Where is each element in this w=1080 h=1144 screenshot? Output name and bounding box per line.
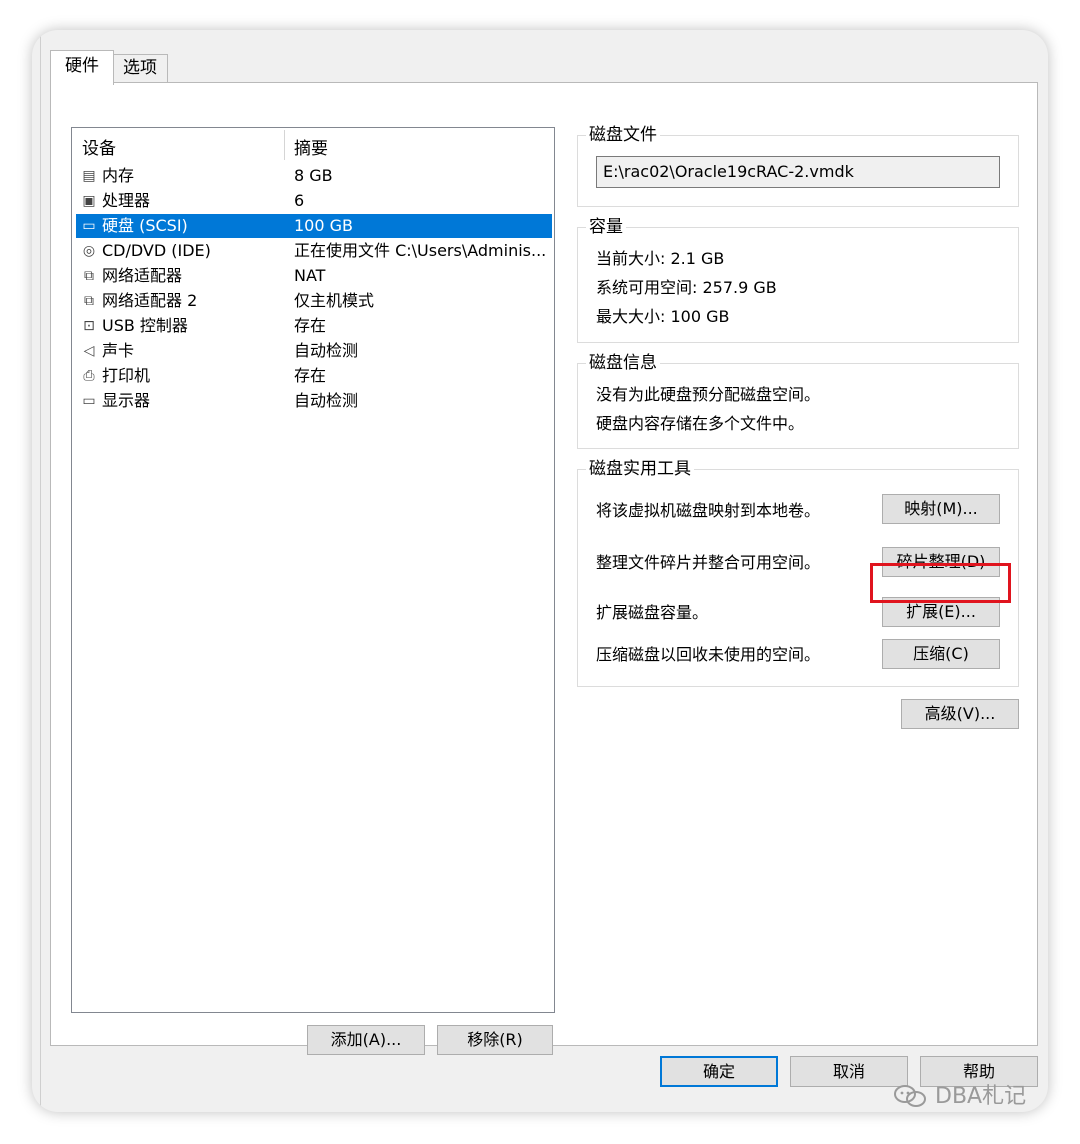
memory-icon: ▤ <box>82 168 96 184</box>
watermark: DBA札记 <box>893 1080 1053 1114</box>
disk-info-title: 磁盘信息 <box>586 352 660 374</box>
device-row-network-adapter[interactable]: ⧉ 网络适配器 NAT <box>76 264 552 288</box>
column-separator[interactable] <box>284 130 285 160</box>
remove-device-button[interactable]: 移除(R) <box>437 1025 553 1055</box>
disk-file-group: 磁盘文件 E:\rac02\Oracle19cRAC-2.vmdk <box>577 124 1019 207</box>
device-summary: 仅主机模式 <box>294 291 375 310</box>
device-summary: 自动检测 <box>294 391 359 410</box>
sound-card-icon: ◁ <box>83 343 95 359</box>
device-row-cd-dvd[interactable]: ◎ CD/DVD (IDE) 正在使用文件 C:\Users\Adminis..… <box>76 239 552 263</box>
free-space-text: 系统可用空间: 257.9 GB <box>596 278 777 297</box>
device-row-processor[interactable]: ▣ 处理器 6 <box>76 189 552 213</box>
device-row-display[interactable]: ▭ 显示器 自动检测 <box>76 389 552 413</box>
defrag-description: 整理文件碎片并整合可用空间。 <box>596 553 821 572</box>
advanced-button[interactable]: 高级(V)... <box>901 699 1019 729</box>
disk-info-line-1: 没有为此硬盘预分配磁盘空间。 <box>596 385 821 404</box>
add-device-button[interactable]: 添加(A)... <box>307 1025 425 1055</box>
capacity-title: 容量 <box>586 216 626 238</box>
usb-icon: ⊡ <box>83 318 95 334</box>
device-summary: 存在 <box>294 366 327 385</box>
device-row-memory[interactable]: ▤ 内存 8 GB <box>76 164 552 188</box>
device-summary: 自动检测 <box>294 341 359 360</box>
map-description: 将该虚拟机磁盘映射到本地卷。 <box>596 501 821 520</box>
compact-description: 压缩磁盘以回收未使用的空间。 <box>596 645 821 664</box>
capacity-group: 容量 当前大小: 2.1 GB 系统可用空间: 257.9 GB 最大大小: 1… <box>577 216 1019 343</box>
disk-info-group: 磁盘信息 没有为此硬盘预分配磁盘空间。 硬盘内容存储在多个文件中。 <box>577 352 1019 449</box>
map-button[interactable]: 映射(M)... <box>882 494 1000 524</box>
compact-button[interactable]: 压缩(C) <box>882 639 1000 669</box>
disk-file-path-field[interactable]: E:\rac02\Oracle19cRAC-2.vmdk <box>596 156 1000 188</box>
device-list-header: 设备 摘要 <box>72 128 554 162</box>
device-name: 显示器 <box>102 391 151 410</box>
device-summary: 8 GB <box>294 166 333 185</box>
network-adapter-icon: ⧉ <box>84 293 94 309</box>
device-summary: NAT <box>294 266 326 285</box>
device-name: 声卡 <box>102 341 135 360</box>
device-summary: 6 <box>294 191 305 210</box>
device-name: 内存 <box>102 166 135 185</box>
disk-utilities-title: 磁盘实用工具 <box>586 458 694 480</box>
cd-dvd-icon: ◎ <box>82 243 96 259</box>
expand-description: 扩展磁盘容量。 <box>596 603 709 622</box>
device-row-sound-card[interactable]: ◁ 声卡 自动检测 <box>76 339 552 363</box>
cancel-button[interactable]: 取消 <box>790 1056 908 1087</box>
device-row-usb-controller[interactable]: ⊡ USB 控制器 存在 <box>76 314 552 338</box>
disk-info-line-2: 硬盘内容存储在多个文件中。 <box>596 414 805 433</box>
ok-button[interactable]: 确定 <box>660 1056 778 1087</box>
device-name: 打印机 <box>102 366 151 385</box>
device-name: 网络适配器 2 <box>102 291 198 310</box>
vm-settings-dialog: 硬件 选项 设备 摘要 ▤ 内存 8 GB ▣ 处理器 6 ▭ 硬盘 (SCSI… <box>32 30 1048 1112</box>
network-adapter-icon: ⧉ <box>84 268 94 284</box>
device-summary: 正在使用文件 C:\Users\Adminis... <box>294 241 547 260</box>
column-header-summary[interactable]: 摘要 <box>294 134 328 159</box>
device-row-network-adapter-2[interactable]: ⧉ 网络适配器 2 仅主机模式 <box>76 289 552 313</box>
hard-disk-icon: ▭ <box>82 218 96 234</box>
tab-hardware[interactable]: 硬件 <box>50 50 114 85</box>
column-header-device[interactable]: 设备 <box>82 134 116 159</box>
device-row-printer[interactable]: ⎙ 打印机 存在 <box>76 364 552 388</box>
current-size-text: 当前大小: 2.1 GB <box>596 249 725 268</box>
display-icon: ▭ <box>82 393 96 409</box>
device-name: 处理器 <box>102 191 151 210</box>
watermark-text: DBA札记 <box>935 1084 1027 1109</box>
device-name: 网络适配器 <box>102 266 183 285</box>
device-summary: 存在 <box>294 316 327 335</box>
device-name: USB 控制器 <box>102 316 188 335</box>
window-edge <box>40 30 41 1112</box>
highlight-box <box>870 563 1011 603</box>
max-size-text: 最大大小: 100 GB <box>596 307 730 326</box>
device-row-hard-disk[interactable]: ▭ 硬盘 (SCSI) 100 GB <box>76 214 552 238</box>
device-name: 硬盘 (SCSI) <box>102 216 188 235</box>
printer-icon: ⎙ <box>83 368 95 384</box>
processor-icon: ▣ <box>82 193 96 209</box>
device-list[interactable]: 设备 摘要 ▤ 内存 8 GB ▣ 处理器 6 ▭ 硬盘 (SCSI) 100 … <box>71 127 555 1013</box>
disk-file-title: 磁盘文件 <box>586 124 660 146</box>
tab-options[interactable]: 选项 <box>112 54 168 83</box>
device-summary: 100 GB <box>294 216 353 235</box>
device-name: CD/DVD (IDE) <box>102 241 211 260</box>
wechat-icon <box>894 1085 926 1107</box>
